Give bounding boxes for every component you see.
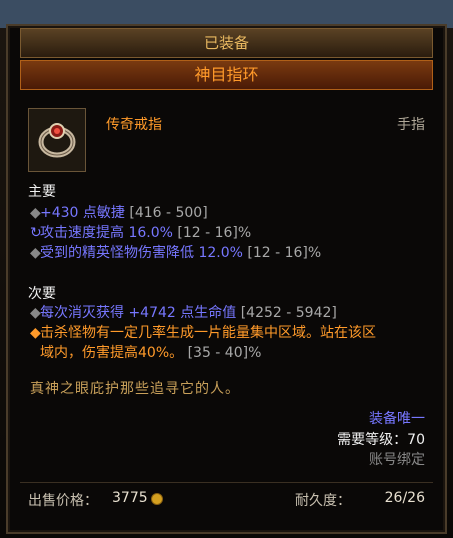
stat-range: [4252 - 5942] (240, 305, 337, 321)
stat-value: 受到的精英怪物伤害降低 12.0% (40, 245, 243, 261)
secondary-stat-2: ◆击杀怪物有一定几率生成一片能量集中区域。站在该区 (30, 322, 376, 342)
required-level: 需要等级：70 (337, 432, 425, 448)
durability-label: 耐久度： (295, 493, 351, 509)
stat-value: 击杀怪物有一定几率生成一片能量集中区域。站在该区 (40, 325, 376, 341)
secondary-stat-1: ◆每次消灭获得 +4742 点生命值 [4252 - 5942] (30, 302, 337, 322)
durability-value: 26/26 (384, 490, 425, 506)
stat-range: [416 - 500] (129, 205, 208, 221)
primary-stat-3: ◆受到的精英怪物伤害降低 12.0% [12 - 16]% (30, 242, 321, 262)
ring-icon (38, 123, 76, 158)
stat-value: 每次消灭获得 +4742 点生命值 (40, 305, 237, 321)
stat-range: [12 - 16]% (177, 225, 252, 241)
flavor-text: 真神之眼庇护那些追寻它的人。 (30, 381, 240, 397)
sell-price: 3775 (112, 490, 148, 506)
primary-stat-2: ↻攻击速度提高 16.0% [12 - 16]% (30, 222, 251, 242)
item-slot: 手指 (397, 117, 425, 133)
sell-price-label: 出售价格： (28, 493, 98, 509)
item-icon-frame (28, 108, 86, 172)
stat-range: [35 - 40]% (187, 345, 262, 361)
diamond-icon: ◆ (30, 205, 41, 221)
stat-range: [12 - 16]% (247, 245, 322, 261)
stat-value: 攻击速度提高 16.0% (40, 225, 173, 241)
secondary-stat-2-cont: 域内，伤害提高40%。 [35 - 40]% (40, 342, 261, 362)
secondary-stats-header: 次要 (28, 286, 56, 302)
stat-value: +430 点敏捷 (40, 205, 125, 221)
item-name: 神目指环 (20, 60, 433, 90)
stat-value: 域内，伤害提高40%。 (40, 345, 184, 361)
primary-stats-header: 主要 (28, 184, 56, 200)
refresh-icon: ↻ (30, 225, 42, 241)
account-bound: 账号绑定 (369, 452, 425, 468)
primary-stat-1: ◆+430 点敏捷 [416 - 500] (30, 202, 208, 222)
orange-diamond-icon: ◆ (30, 325, 41, 341)
diamond-icon: ◆ (30, 305, 41, 321)
gold-coin-icon (151, 493, 163, 505)
tooltip-footer: 出售价格： 3775 耐久度： 26/26 (20, 482, 433, 513)
unique-equipped: 装备唯一 (369, 411, 425, 427)
equipped-header: 已装备 (20, 28, 433, 58)
item-type: 传奇戒指 (106, 117, 162, 133)
diamond-icon: ◆ (30, 245, 41, 261)
